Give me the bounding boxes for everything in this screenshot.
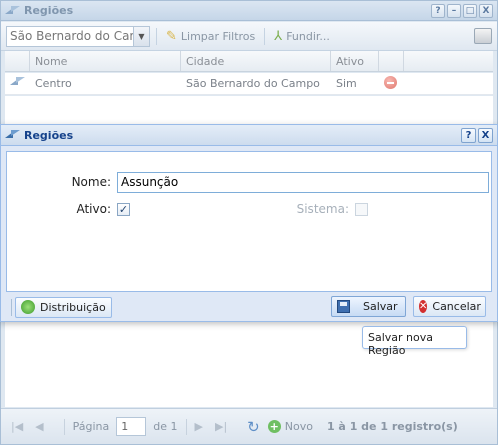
city-combo[interactable]: São Bernardo do Campo ▼: [6, 25, 150, 47]
last-page-icon[interactable]: ▶|: [215, 420, 227, 433]
records-info: 1 à 1 de 1 registro(s): [326, 420, 458, 433]
city-combo-value[interactable]: São Bernardo do Campo: [7, 29, 133, 43]
close-button[interactable]: X: [479, 3, 493, 18]
grid-header-actions: [379, 51, 404, 71]
page-label: Página: [72, 420, 110, 433]
clear-filters-label: Limpar Filtros: [180, 29, 256, 43]
nome-label: Nome:: [71, 175, 111, 189]
help-button[interactable]: ?: [461, 127, 476, 143]
distribution-icon: [21, 300, 35, 314]
next-page-icon[interactable]: ▶: [195, 420, 203, 433]
cell-ativo: Sim: [336, 77, 357, 90]
save-label: Salvar: [363, 300, 398, 313]
dialog-form: Nome: Assunção Ativo: ✓ Sistema:: [6, 151, 492, 292]
distribution-button[interactable]: Distribuição: [15, 296, 112, 318]
minimize-button[interactable]: –: [447, 3, 461, 18]
clear-filters-button[interactable]: ✎ Limpar Filtros: [163, 29, 258, 44]
cell-cidade: São Bernardo do Campo: [186, 77, 320, 90]
table-row[interactable]: Centro São Bernardo do Campo Sim: [5, 73, 493, 95]
ativo-checkbox[interactable]: ✓: [117, 203, 130, 216]
refresh-icon[interactable]: ↻: [247, 418, 260, 436]
maximize-button[interactable]: □: [463, 3, 477, 18]
toolbar-separator: [264, 27, 266, 45]
delete-cell: [379, 75, 404, 92]
filter-toolbar: São Bernardo do Campo ▼ ✎ Limpar Filtros…: [1, 22, 497, 51]
delete-icon[interactable]: [384, 75, 397, 89]
app-logo-icon: [5, 130, 20, 140]
dialog-footer: Distribuição Salvar ✕ Cancelar: [1, 293, 497, 321]
column-header-nome[interactable]: Nome: [30, 51, 181, 71]
cell-nome: Centro: [35, 77, 72, 90]
prev-page-icon[interactable]: ◀: [35, 420, 43, 433]
grid-header-spacer: [5, 51, 30, 71]
window-title: Regiões: [24, 4, 74, 17]
save-tooltip: Salvar nova Região: [362, 326, 467, 357]
first-page-icon[interactable]: |◀: [11, 420, 23, 433]
cancel-icon: ✕: [419, 300, 428, 313]
save-icon: [337, 300, 350, 313]
chevron-down-icon[interactable]: ▼: [133, 26, 149, 46]
region-icon: [10, 77, 25, 87]
merge-icon: ⅄: [274, 28, 283, 44]
ativo-label: Ativo:: [76, 202, 111, 216]
column-header-cidade[interactable]: Cidade: [181, 51, 331, 71]
footer-separator: [11, 298, 12, 316]
sistema-checkbox[interactable]: [355, 203, 368, 216]
cancel-label: Cancelar: [432, 300, 481, 313]
region-edit-dialog: Regiões ? X Nome: Assunção Ativo: ✓ Sist…: [0, 124, 498, 322]
cancel-button[interactable]: ✕ Cancelar: [413, 296, 486, 317]
distribution-label: Distribuição: [40, 300, 106, 314]
page-input[interactable]: 1: [116, 417, 147, 436]
dialog-title: Regiões: [24, 128, 74, 142]
paging-toolbar: |◀ ◀ Página 1 de 1 ▶ ▶| ↻ + Novo 1 à 1 d…: [1, 408, 497, 444]
column-header-ativo[interactable]: Ativo: [331, 51, 379, 71]
pager-separator: [185, 418, 187, 435]
pager-separator: [63, 418, 65, 435]
app-logo-icon: [5, 5, 20, 16]
row-icon-cell: [5, 77, 30, 90]
add-icon[interactable]: +: [267, 420, 281, 433]
help-button[interactable]: ?: [431, 3, 445, 18]
merge-label: Fundir...: [286, 29, 330, 43]
new-button-label[interactable]: Novo: [285, 420, 313, 433]
dialog-header: Regiões ? X: [1, 125, 497, 146]
grid-header: Nome Cidade Ativo: [5, 51, 493, 72]
nome-field[interactable]: Assunção: [117, 172, 489, 193]
merge-button[interactable]: ⅄ Fundir...: [271, 29, 333, 44]
window-header: Regiões ? – □ X: [1, 1, 497, 21]
close-button[interactable]: X: [478, 127, 493, 143]
toolbar-separator: [156, 27, 157, 45]
page-count-label: de 1: [153, 420, 178, 433]
broom-icon: ✎: [166, 28, 177, 44]
sistema-label: Sistema:: [296, 202, 349, 216]
printer-icon[interactable]: [474, 28, 492, 44]
save-button[interactable]: Salvar: [331, 296, 406, 317]
